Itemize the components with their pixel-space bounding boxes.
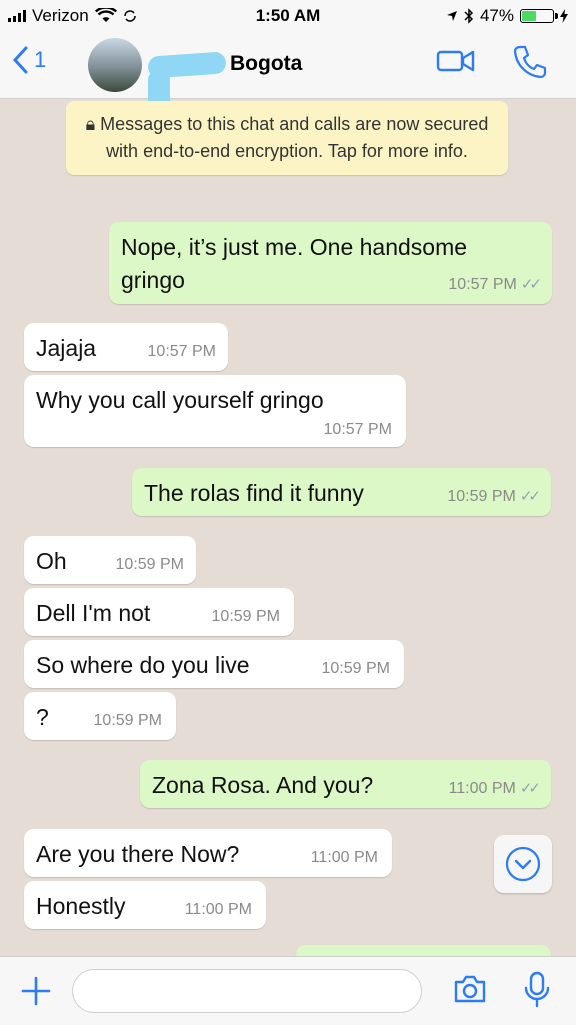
encryption-notice[interactable]: 🔒︎ Messages to this chat and calls are n…	[66, 101, 508, 175]
message-time: 10:57 PM	[323, 421, 392, 438]
chat-header: 1 Bogota	[0, 32, 576, 110]
message-time: 10:59 PM	[115, 556, 184, 573]
voice-call-button[interactable]	[512, 44, 548, 85]
message-text: Dell I'm not	[36, 600, 151, 626]
avatar[interactable]	[88, 38, 142, 92]
video-camera-icon	[436, 50, 475, 72]
message-text: ?	[36, 704, 49, 730]
bluetooth-icon	[464, 8, 474, 24]
message-outgoing-partial[interactable]	[296, 945, 551, 956]
message-text: So where do you live	[36, 652, 250, 678]
message-outgoing[interactable]: Zona Rosa. And you? 11:00 PM ✓✓	[140, 760, 551, 808]
message-time: 10:59 PM	[93, 712, 162, 729]
battery-icon	[520, 9, 558, 23]
status-bar: Verizon 1:50 AM 47%	[0, 0, 576, 32]
message-incoming[interactable]: Why you call yourself gringo 10:57 PM	[24, 375, 406, 447]
unread-count: 1	[34, 47, 47, 72]
message-incoming[interactable]: Honestly 11:00 PM	[24, 881, 266, 929]
camera-icon	[454, 975, 486, 1003]
message-text: Why you call yourself gringo	[36, 387, 324, 413]
message-time: 10:59 PM	[321, 660, 390, 677]
message-text: Oh	[36, 548, 67, 574]
location-icon	[446, 11, 457, 21]
chat-area[interactable]: 🔒︎ Messages to this chat and calls are n…	[0, 99, 576, 956]
message-time: 11:00 PM	[448, 780, 516, 797]
message-text: Zona Rosa. And you?	[152, 772, 374, 798]
camera-button[interactable]	[452, 973, 488, 1010]
microphone-icon	[524, 971, 550, 1008]
charging-icon	[560, 9, 568, 23]
message-text: Jajaja	[36, 335, 97, 361]
message-time: 10:57 PM	[147, 343, 216, 360]
read-receipt-icon: ✓✓	[519, 780, 541, 797]
message-incoming[interactable]: So where do you live 10:59 PM	[24, 640, 404, 688]
read-receipt-icon: ✓✓	[519, 488, 541, 505]
read-receipt-icon: ✓✓	[520, 276, 542, 293]
plus-icon	[21, 976, 51, 1006]
back-button[interactable]: 1	[12, 46, 46, 74]
scroll-to-bottom-button[interactable]	[494, 835, 552, 893]
message-outgoing[interactable]: The rolas find it funny 10:59 PM ✓✓	[132, 468, 551, 516]
lock-icon: 🔒︎	[85, 114, 101, 134]
voice-message-button[interactable]	[522, 971, 552, 1014]
message-time: 10:59 PM	[447, 488, 516, 505]
message-incoming[interactable]: ? 10:59 PM	[24, 692, 176, 740]
chevron-down-icon	[505, 846, 541, 882]
message-outgoing[interactable]: Nope, it’s just me. One handsome gringo …	[109, 222, 552, 304]
message-time: 10:57 PM	[448, 276, 517, 293]
message-input[interactable]	[72, 969, 422, 1013]
video-call-button[interactable]	[436, 46, 476, 81]
message-time: 10:59 PM	[211, 608, 280, 625]
attach-button[interactable]	[20, 975, 52, 1012]
message-time: 11:00 PM	[184, 901, 252, 918]
message-incoming[interactable]: Oh 10:59 PM	[24, 536, 196, 584]
battery-fill	[522, 11, 536, 21]
phone-icon	[513, 45, 547, 79]
contact-name[interactable]: Bogota	[230, 52, 302, 76]
message-text: Honestly	[36, 893, 126, 919]
message-text: The rolas find it funny	[144, 480, 364, 506]
message-text: Are you there Now?	[36, 841, 240, 867]
composer-bar	[0, 956, 576, 1025]
chevron-left-icon	[12, 46, 28, 74]
message-time: 11:00 PM	[310, 849, 378, 866]
encryption-notice-text: Messages to this chat and calls are now …	[100, 114, 489, 161]
battery-percent: 47%	[479, 6, 514, 25]
message-incoming[interactable]: Are you there Now? 11:00 PM	[24, 829, 392, 877]
message-incoming[interactable]: Dell I'm not 10:59 PM	[24, 588, 294, 636]
message-incoming[interactable]: Jajaja 10:57 PM	[24, 323, 228, 371]
